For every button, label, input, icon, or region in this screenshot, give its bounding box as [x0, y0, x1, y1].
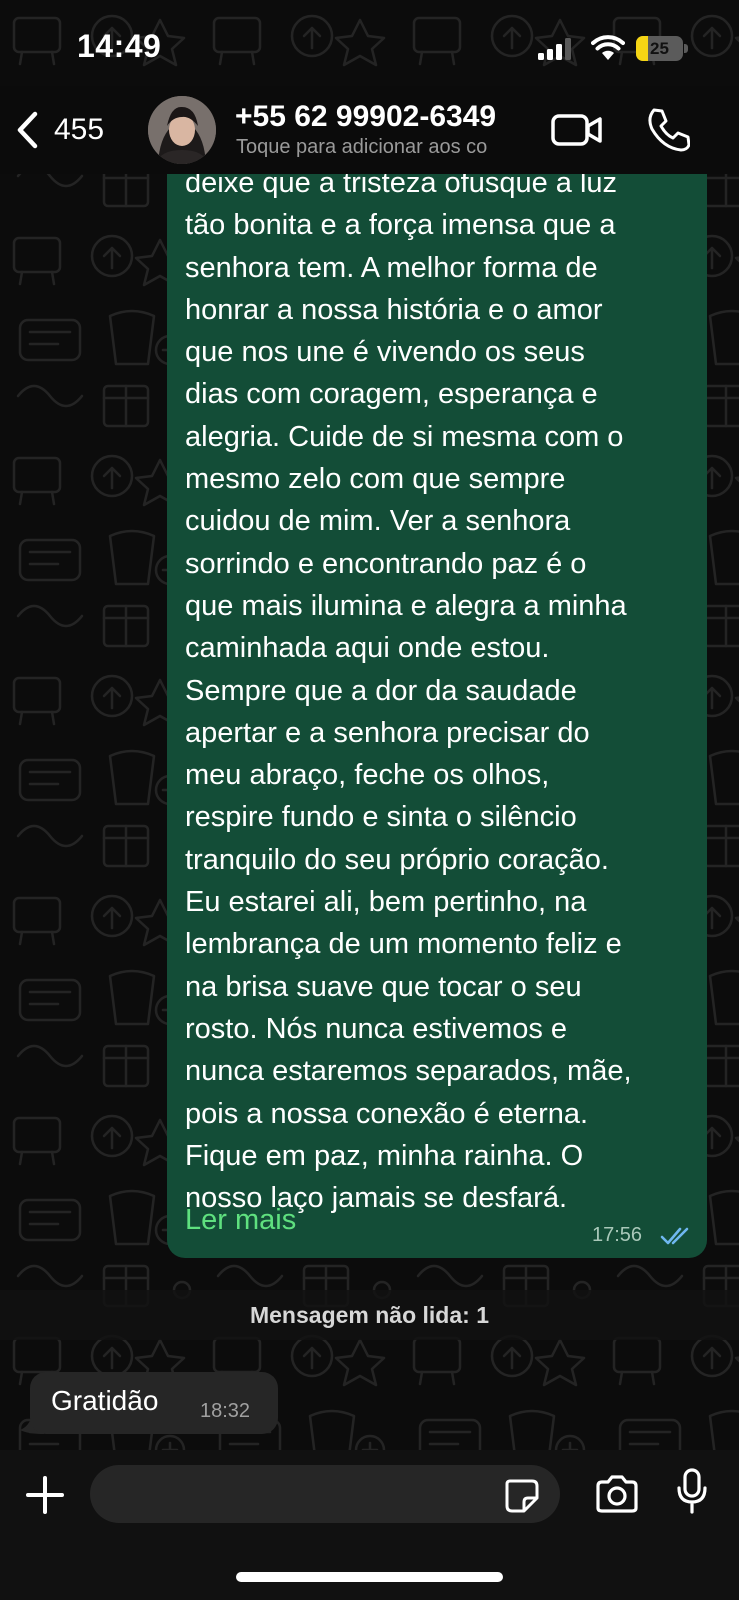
incoming-message-bubble[interactable]: Gratidão 18:32: [30, 1372, 278, 1434]
chat-header: 455 +55 62 99902-6349 Toque para adicion…: [0, 86, 739, 174]
phone-icon[interactable]: [644, 106, 690, 152]
message-input[interactable]: [90, 1465, 560, 1523]
contact-subtitle[interactable]: Toque para adicionar aos co: [236, 136, 536, 159]
home-indicator[interactable]: [236, 1572, 503, 1582]
microphone-icon[interactable]: [676, 1468, 708, 1514]
status-time: 14:49: [77, 28, 162, 64]
sticker-icon[interactable]: [504, 1478, 540, 1514]
double-check-icon: [660, 1227, 689, 1245]
outgoing-message-time: 17:56: [592, 1224, 643, 1246]
battery-level: 25: [650, 39, 669, 58]
incoming-message-text: Gratidão: [51, 1385, 159, 1416]
avatar[interactable]: [148, 96, 216, 164]
unread-divider-label: Mensagem não lida: 1: [249, 1302, 489, 1328]
contact-name[interactable]: +55 62 99902-6349: [235, 100, 496, 134]
camera-icon[interactable]: [594, 1474, 640, 1514]
status-bar: 14:49 25: [0, 0, 739, 96]
outgoing-message-text: deixe que a tristeza ofusque a luz tão b…: [185, 167, 632, 1215]
unread-divider: Mensagem não lida: 1: [0, 1290, 739, 1340]
back-unread-count: 455: [54, 113, 105, 146]
back-chevron-icon: [17, 111, 38, 149]
back-button[interactable]: 455: [14, 108, 104, 152]
whatsapp-chat-screen: 14:49 25 455 +55 62 99902-6349 Toque par…: [0, 0, 739, 1600]
battery-icon: 25: [636, 36, 688, 61]
wifi-icon: [591, 35, 625, 60]
signal-icon: [538, 38, 571, 60]
incoming-message-time: 18:32: [200, 1400, 251, 1422]
plus-icon[interactable]: [22, 1472, 68, 1518]
video-camera-icon[interactable]: [550, 110, 604, 150]
read-more-link[interactable]: Ler mais: [185, 1204, 296, 1237]
message-input-bar: [0, 1450, 739, 1600]
outgoing-message-bubble[interactable]: deixe que a tristeza ofusque a luz tão b…: [167, 120, 707, 1258]
